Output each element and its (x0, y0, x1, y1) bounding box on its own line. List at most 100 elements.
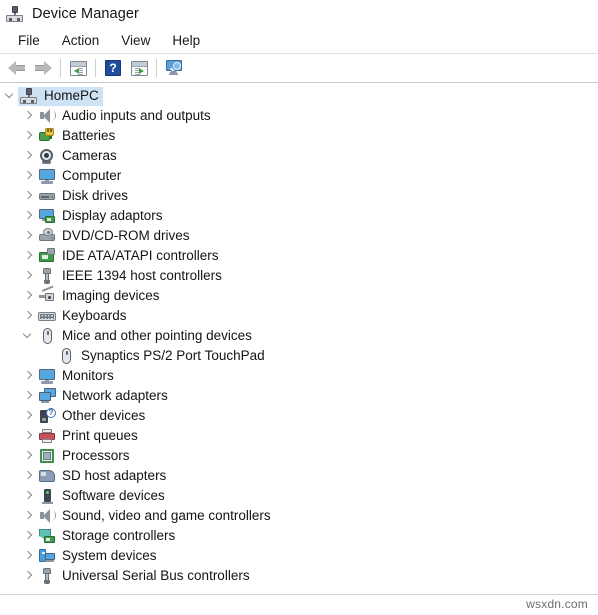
tree-item-dvd-cd-rom-drives[interactable]: DVD/CD-ROM drives (0, 226, 598, 246)
tree-item-label: SD host adapters (62, 468, 167, 483)
tree-item-ieee-1394-host-controllers[interactable]: IEEE 1394 host controllers (0, 266, 598, 286)
software-device-icon (38, 488, 56, 504)
tree-item-label: Disk drives (62, 188, 129, 203)
chevron-down-icon[interactable] (22, 326, 36, 346)
chevron-right-icon[interactable] (22, 166, 36, 186)
back-button[interactable] (4, 56, 30, 80)
chevron-right-icon[interactable] (22, 106, 36, 126)
tree-item-display-adaptors[interactable]: Display adaptors (0, 206, 598, 226)
tree-item-label: Computer (62, 168, 122, 183)
ide-controller-icon (38, 248, 56, 264)
scan-monitor-icon (165, 60, 184, 76)
chevron-right-icon[interactable] (22, 406, 36, 426)
chevron-right-icon[interactable] (22, 126, 36, 146)
tree-item-label: Cameras (62, 148, 117, 163)
tree-item-network-adapters[interactable]: Network adapters (0, 386, 598, 406)
speaker-icon (38, 108, 56, 124)
chevron-right-icon[interactable] (22, 506, 36, 526)
tree-item-software-devices[interactable]: Software devices (0, 486, 598, 506)
tree-item-label: Sound, video and game controllers (62, 508, 271, 523)
tree-item-label: DVD/CD-ROM drives (62, 228, 190, 243)
network-adapter-icon (38, 388, 56, 404)
device-tree[interactable]: HomePC Audio inputs and outputs Batterie… (0, 83, 598, 588)
chevron-right-icon[interactable] (22, 526, 36, 546)
help-button[interactable]: ? (100, 56, 126, 80)
tree-item-storage-controllers[interactable]: Storage controllers (0, 526, 598, 546)
menu-item-view[interactable]: View (110, 31, 161, 51)
show-hide-console-tree-button[interactable] (65, 56, 91, 80)
storage-controller-icon (38, 528, 56, 544)
tree-item-system-devices[interactable]: System devices (0, 546, 598, 566)
chevron-right-icon[interactable] (22, 446, 36, 466)
chevron-right-icon[interactable] (22, 146, 36, 166)
chevron-down-icon[interactable] (4, 86, 18, 106)
chevron-right-icon[interactable] (22, 386, 36, 406)
computer-node-icon (20, 88, 38, 104)
menu-item-file[interactable]: File (7, 31, 51, 51)
chevron-right-icon[interactable] (22, 546, 36, 566)
display-adapter-icon (38, 208, 56, 224)
tree-item-processors[interactable]: Processors (0, 446, 598, 466)
chevron-right-icon[interactable] (22, 426, 36, 446)
monitor-icon (38, 168, 56, 184)
console-tree-icon (69, 60, 87, 76)
forward-button[interactable] (30, 56, 56, 80)
tree-item-monitors[interactable]: Monitors (0, 366, 598, 386)
device-manager-icon (6, 6, 23, 22)
chevron-right-icon[interactable] (22, 566, 36, 586)
monitor-icon (38, 368, 56, 384)
chevron-right-icon[interactable] (22, 466, 36, 486)
tree-item-label: Universal Serial Bus controllers (62, 568, 250, 583)
tree-item-disk-drives[interactable]: Disk drives (0, 186, 598, 206)
unknown-device-icon: ? (38, 408, 56, 424)
usb-plug-icon (38, 568, 56, 584)
tree-item-root[interactable]: HomePC (0, 86, 598, 106)
tree-item-imaging-devices[interactable]: Imaging devices (0, 285, 598, 306)
menu-item-help[interactable]: Help (161, 31, 211, 51)
tree-item-computer[interactable]: Computer (0, 166, 598, 186)
tree-item-label: Mice and other pointing devices (62, 328, 252, 343)
back-arrow-icon (8, 61, 26, 75)
tree-item-audio-inputs-and-outputs[interactable]: Audio inputs and outputs (0, 106, 598, 126)
tree-item-other-devices[interactable]: ? Other devices (0, 406, 598, 426)
tree-item-print-queues[interactable]: Print queues (0, 426, 598, 446)
tree-item-label: Processors (62, 448, 130, 463)
tree-item-label: Batteries (62, 128, 116, 143)
properties-button[interactable] (126, 56, 152, 80)
tree-item-sd-host-adapters[interactable]: SD host adapters (0, 466, 598, 486)
tree-item-label: IDE ATA/ATAPI controllers (62, 248, 219, 263)
tree-item-label: Audio inputs and outputs (62, 108, 211, 123)
toolbar-separator (60, 59, 61, 77)
scan-for-hardware-changes-button[interactable] (161, 56, 187, 80)
chevron-right-icon[interactable] (22, 366, 36, 386)
toolbar-separator (95, 59, 96, 77)
tree-item-ide-ata-atapi-controllers[interactable]: IDE ATA/ATAPI controllers (0, 246, 598, 266)
tree-item-label: HomePC (44, 88, 99, 103)
chevron-right-icon[interactable] (22, 486, 36, 506)
tree-item-label: Software devices (62, 488, 165, 503)
mouse-icon (57, 348, 75, 364)
tree-item-label: Other devices (62, 408, 146, 423)
tree-item-mice-and-other-pointing-devices[interactable]: Mice and other pointing devices (0, 326, 598, 346)
toolbar: ? (0, 54, 598, 83)
chevron-right-icon[interactable] (22, 186, 36, 206)
tree-item-label: IEEE 1394 host controllers (62, 268, 222, 283)
chevron-right-icon[interactable] (22, 226, 36, 246)
chevron-right-icon[interactable] (22, 206, 36, 226)
tree-item-universal-serial-bus-controllers[interactable]: Universal Serial Bus controllers (0, 566, 598, 586)
tree-item-cameras[interactable]: Cameras (0, 146, 598, 166)
tree-item-label: Print queues (62, 428, 138, 443)
chevron-right-icon[interactable] (22, 306, 36, 326)
tree-item-synaptics-ps2-port-touchpad[interactable]: Synaptics PS/2 Port TouchPad (0, 346, 598, 366)
tree-item-keyboards[interactable]: Keyboards (0, 306, 598, 326)
menu-item-action[interactable]: Action (51, 31, 111, 51)
title-bar: Device Manager (0, 0, 598, 28)
sd-card-icon (38, 468, 56, 484)
chevron-right-icon[interactable] (22, 246, 36, 266)
chevron-right-icon[interactable] (22, 286, 36, 306)
tree-item-batteries[interactable]: Batteries (0, 126, 598, 146)
chevron-right-icon[interactable] (22, 266, 36, 286)
tree-item-label: Storage controllers (62, 528, 176, 543)
status-bar (0, 595, 598, 615)
tree-item-sound-video-and-game-controllers[interactable]: Sound, video and game controllers (0, 506, 598, 526)
